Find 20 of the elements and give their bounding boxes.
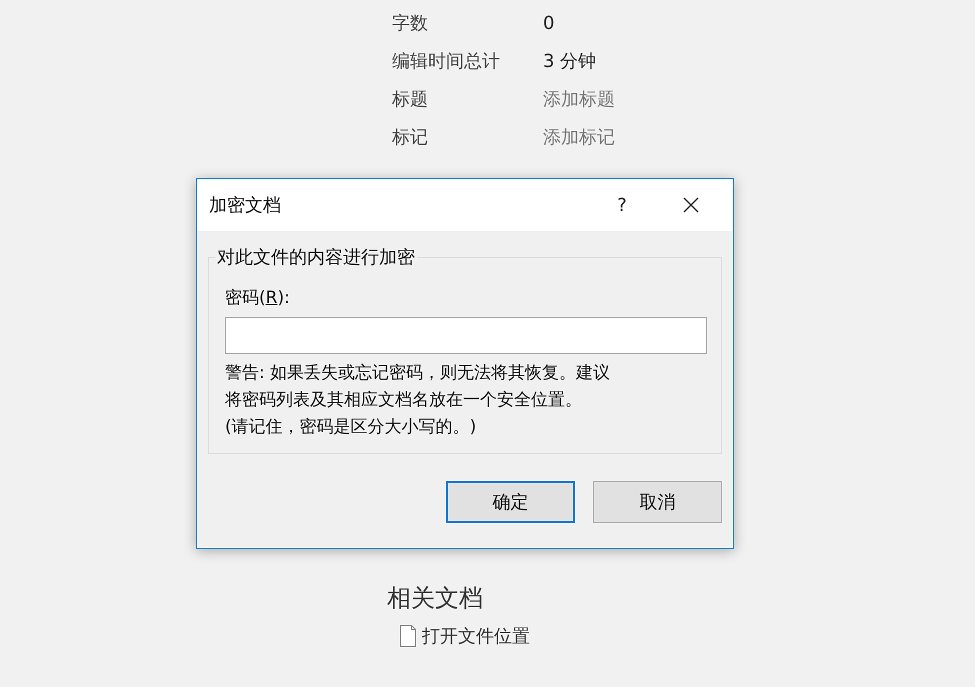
- document-icon: [400, 625, 416, 647]
- property-label: 标记: [392, 126, 429, 149]
- ok-button[interactable]: 确定: [446, 481, 575, 523]
- property-label: 标题: [392, 88, 429, 111]
- close-button[interactable]: [681, 195, 701, 215]
- property-value-link[interactable]: 添加标题: [543, 87, 615, 111]
- property-value-link[interactable]: 添加标记: [543, 125, 615, 149]
- warning-text: 警告: 如果丢失或忘记密码，则无法将其恢复。建议 将密码列表及其相应文档名放在一个安全位置。 (请记住，密码是区分大小写的。): [225, 362, 612, 439]
- property-value: 3 分钟: [543, 50, 596, 73]
- cancel-button[interactable]: 取消: [593, 481, 722, 523]
- help-button[interactable]: ?: [607, 194, 637, 216]
- close-icon: [683, 197, 699, 213]
- password-label: 密码(R):: [225, 287, 291, 309]
- dialog-title: 加密文档: [209, 194, 282, 217]
- open-file-location-link[interactable]: 打开文件位置: [400, 624, 530, 648]
- property-label: 字数: [392, 12, 429, 35]
- property-label: 编辑时间总计: [392, 50, 501, 73]
- property-value: 0: [543, 12, 554, 34]
- section-heading: 相关文档: [387, 583, 484, 614]
- password-field[interactable]: [225, 317, 707, 354]
